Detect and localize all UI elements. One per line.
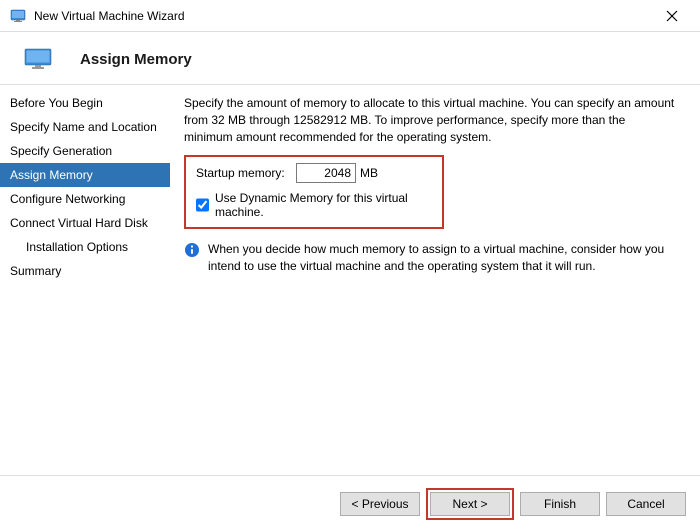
step-installation-options[interactable]: Installation Options <box>0 235 170 259</box>
cancel-button[interactable]: Cancel <box>606 492 686 516</box>
startup-memory-label: Startup memory: <box>196 166 296 180</box>
wizard-body: Before You Begin Specify Name and Locati… <box>0 84 700 454</box>
window-title: New Virtual Machine Wizard <box>34 9 652 23</box>
step-summary[interactable]: Summary <box>0 259 170 283</box>
wizard-header: Assign Memory <box>0 32 700 84</box>
close-button[interactable] <box>652 2 692 30</box>
next-button-highlight: Next > <box>426 488 514 520</box>
wizard-content: Specify the amount of memory to allocate… <box>170 85 700 454</box>
dynamic-memory-row: Use Dynamic Memory for this virtual mach… <box>196 191 432 219</box>
memory-settings-highlight: Startup memory: MB Use Dynamic Memory fo… <box>184 155 444 229</box>
startup-memory-row: Startup memory: MB <box>196 163 432 183</box>
page-heading: Assign Memory <box>80 51 192 68</box>
previous-button[interactable]: < Previous <box>340 492 420 516</box>
step-configure-networking[interactable]: Configure Networking <box>0 187 170 211</box>
app-icon <box>10 8 26 24</box>
next-button[interactable]: Next > <box>430 492 510 516</box>
dynamic-memory-checkbox[interactable] <box>196 198 209 212</box>
info-row: When you decide how much memory to assig… <box>184 241 676 275</box>
titlebar: New Virtual Machine Wizard <box>0 0 700 32</box>
startup-memory-input[interactable] <box>296 163 356 183</box>
memory-description: Specify the amount of memory to allocate… <box>184 95 676 145</box>
step-assign-memory[interactable]: Assign Memory <box>0 163 170 187</box>
monitor-icon <box>24 48 52 70</box>
startup-memory-unit: MB <box>360 166 378 180</box>
step-specify-generation[interactable]: Specify Generation <box>0 139 170 163</box>
step-connect-vhd[interactable]: Connect Virtual Hard Disk <box>0 211 170 235</box>
info-text: When you decide how much memory to assig… <box>208 241 676 275</box>
finish-button[interactable]: Finish <box>520 492 600 516</box>
step-before-you-begin[interactable]: Before You Begin <box>0 91 170 115</box>
wizard-footer: < Previous Next > Finish Cancel <box>0 475 700 531</box>
step-sidebar: Before You Begin Specify Name and Locati… <box>0 85 170 454</box>
info-icon <box>184 242 200 258</box>
dynamic-memory-label[interactable]: Use Dynamic Memory for this virtual mach… <box>215 191 432 219</box>
step-specify-name[interactable]: Specify Name and Location <box>0 115 170 139</box>
close-icon <box>666 10 678 22</box>
